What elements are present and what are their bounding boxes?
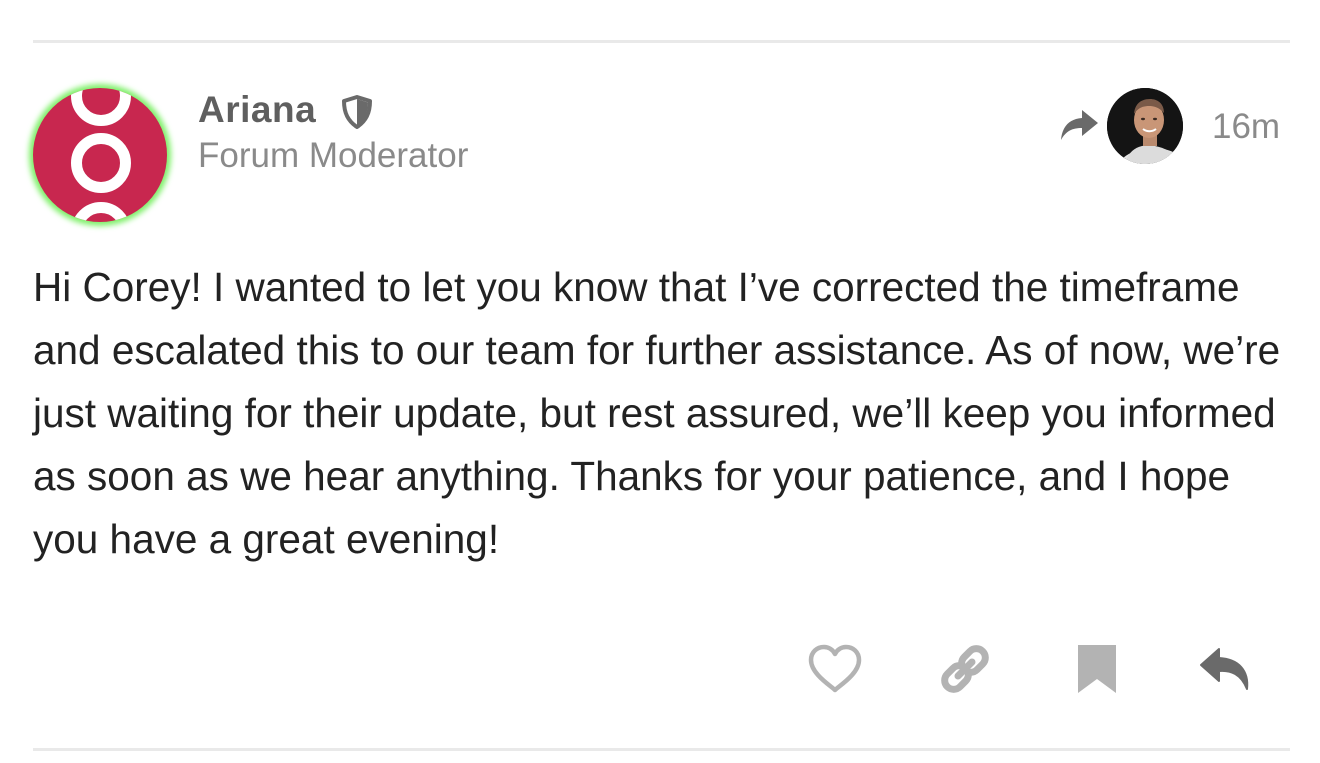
post-timestamp[interactable]: 16m — [1212, 105, 1280, 149]
bottom-divider — [33, 748, 1290, 751]
shield-icon — [342, 95, 372, 129]
reply-icon — [1200, 648, 1249, 690]
link-icon — [941, 645, 989, 693]
share-arrow-icon[interactable] — [1058, 108, 1100, 144]
copy-link-button[interactable] — [932, 636, 998, 702]
post-body: Hi Corey! I wanted to let you know that … — [33, 264, 1281, 562]
avatar-ring-shape — [71, 88, 131, 126]
reply-to-user-avatar[interactable] — [1107, 88, 1183, 164]
author-title: Forum Moderator — [198, 136, 469, 175]
bookmark-icon — [1078, 645, 1116, 693]
bookmark-button[interactable] — [1064, 636, 1130, 702]
avatar-ring-shape — [71, 202, 131, 222]
author-username[interactable]: Ariana — [198, 88, 316, 132]
author-avatar[interactable] — [33, 88, 167, 222]
top-divider — [33, 40, 1290, 43]
heart-icon — [808, 644, 862, 693]
like-button[interactable] — [802, 636, 868, 702]
reply-button[interactable] — [1192, 636, 1258, 702]
avatar-ring-shape — [71, 133, 131, 193]
